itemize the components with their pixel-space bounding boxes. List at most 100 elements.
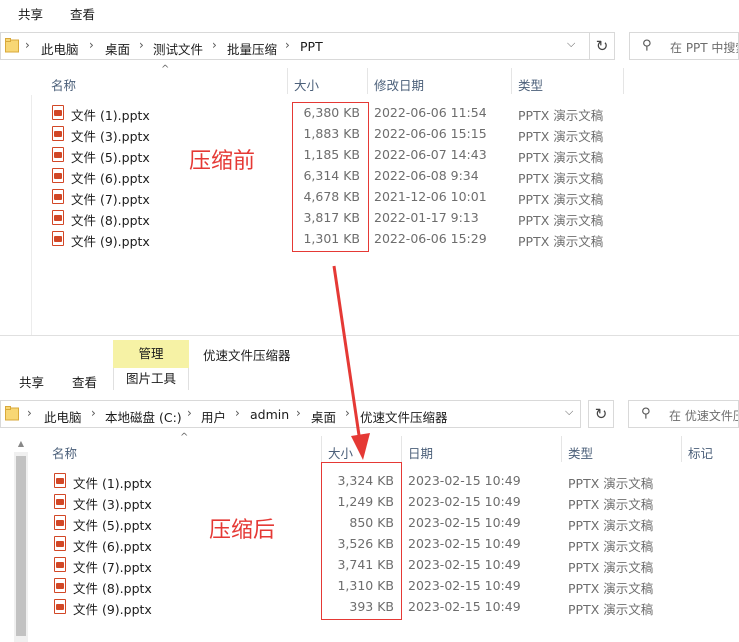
sort-ascending-icon: ^ bbox=[161, 64, 170, 75]
scroll-up-arrow[interactable]: ▲ bbox=[14, 437, 28, 451]
search-icon: ⚲ bbox=[642, 38, 652, 53]
column-header-modified[interactable]: 修改日期 bbox=[374, 75, 424, 94]
pptx-file-icon bbox=[54, 494, 66, 509]
annotation-label: 压缩后 bbox=[209, 518, 276, 543]
breadcrumb-item[interactable]: 桌面 bbox=[105, 39, 130, 58]
file-row[interactable]: 文件 (7).pptx 4,678 KB 2021-12-06 10:01 PPTX … bbox=[0, 186, 739, 207]
chevron-right-icon: › bbox=[139, 38, 144, 52]
file-row[interactable]: 文件 (1).pptx 6,380 KB 2022-06-06 11:54 PPTX … bbox=[0, 102, 739, 123]
pptx-file-icon bbox=[54, 473, 66, 488]
ribbon-tab-view[interactable]: 查看 bbox=[72, 372, 97, 391]
ribbon-tab-share[interactable]: 共享 bbox=[18, 4, 43, 23]
chevron-down-icon[interactable]: ⌵ bbox=[565, 405, 573, 419]
file-name: 文件 (3).pptx bbox=[71, 129, 150, 144]
file-date: 2023-02-15 10:49 bbox=[408, 578, 521, 593]
file-type: PPTX 演示文稿 bbox=[568, 581, 654, 596]
address-bar[interactable]: › 此电脑 › 本地磁盘 (C:) › 用户 › admin › 桌面 › 优速… bbox=[0, 400, 581, 428]
file-type: PPTX 演示文稿 bbox=[568, 539, 654, 554]
search-input[interactable]: ⚲ 在 优速文件压缩器 中搜索 bbox=[628, 400, 739, 428]
chevron-right-icon: › bbox=[235, 406, 240, 420]
folder-icon bbox=[5, 406, 19, 421]
sort-ascending-icon: ^ bbox=[180, 432, 189, 443]
search-input[interactable]: ⚲ 在 PPT 中搜索 bbox=[629, 32, 739, 60]
breadcrumb-item[interactable]: 批量压缩 bbox=[227, 39, 277, 58]
file-date: 2022-06-07 14:43 bbox=[374, 147, 487, 162]
file-date: 2023-02-15 10:49 bbox=[408, 557, 521, 572]
column-divider[interactable] bbox=[623, 68, 624, 94]
breadcrumb-item[interactable]: 此电脑 bbox=[44, 407, 82, 426]
search-icon: ⚲ bbox=[641, 406, 651, 421]
pptx-file-icon bbox=[52, 105, 64, 120]
column-divider[interactable] bbox=[401, 436, 402, 462]
file-date: 2022-06-06 11:54 bbox=[374, 105, 487, 120]
pptx-file-icon bbox=[54, 599, 66, 614]
breadcrumb-item[interactable]: 测试文件 bbox=[153, 39, 203, 58]
column-divider[interactable] bbox=[681, 436, 682, 462]
breadcrumb-item[interactable]: 此电脑 bbox=[41, 39, 79, 58]
pptx-file-icon bbox=[52, 189, 64, 204]
highlight-box bbox=[292, 102, 369, 252]
file-name: 文件 (1).pptx bbox=[71, 108, 150, 123]
file-row[interactable]: 文件 (8).pptx 3,817 KB 2022-01-17 9:13 PPTX 演… bbox=[0, 207, 739, 228]
file-name: 文件 (9).pptx bbox=[71, 234, 150, 249]
breadcrumb-item[interactable]: 本地磁盘 (C:) bbox=[105, 407, 182, 426]
breadcrumb-item[interactable]: PPT bbox=[300, 39, 323, 54]
pptx-file-icon bbox=[54, 515, 66, 530]
column-divider[interactable] bbox=[367, 68, 368, 94]
file-row[interactable]: 文件 (3).pptx 1,883 KB 2022-06-06 15:15 PPTX … bbox=[0, 123, 739, 144]
ribbon-tab-view[interactable]: 查看 bbox=[70, 4, 95, 23]
breadcrumb-item[interactable]: admin bbox=[250, 407, 289, 422]
folder-icon bbox=[5, 38, 19, 53]
pptx-file-icon bbox=[52, 210, 64, 225]
file-date: 2022-06-06 15:29 bbox=[374, 231, 487, 246]
ribbon-tab-picture-tools[interactable]: 图片工具 bbox=[113, 368, 189, 390]
file-type: PPTX 演示文稿 bbox=[568, 602, 654, 617]
file-row[interactable]: 文件 (9).pptx 1,301 KB 2022-06-06 15:29 PPTX … bbox=[0, 228, 739, 249]
file-date: 2023-02-15 10:49 bbox=[408, 494, 521, 509]
chevron-right-icon: › bbox=[212, 38, 217, 52]
column-header-name[interactable]: 名称 bbox=[51, 75, 76, 94]
chevron-right-icon: › bbox=[25, 38, 30, 52]
file-type: PPTX 演示文稿 bbox=[568, 476, 654, 491]
file-type: PPTX 演示文稿 bbox=[518, 150, 604, 165]
file-date: 2021-12-06 10:01 bbox=[374, 189, 487, 204]
chevron-down-icon[interactable]: ⌵ bbox=[567, 37, 575, 51]
file-name: 文件 (8).pptx bbox=[73, 581, 152, 596]
file-row[interactable]: 文件 (6).pptx 6,314 KB 2022-06-08 9:34 PPTX 演… bbox=[0, 165, 739, 186]
file-name: 文件 (5).pptx bbox=[71, 150, 150, 165]
column-header-type[interactable]: 类型 bbox=[568, 443, 593, 462]
file-name: 文件 (6).pptx bbox=[73, 539, 152, 554]
file-type: PPTX 演示文稿 bbox=[518, 108, 604, 123]
column-header-name[interactable]: 名称 bbox=[52, 443, 77, 462]
pptx-file-icon bbox=[52, 126, 64, 141]
file-type: PPTX 演示文稿 bbox=[568, 518, 654, 533]
file-name: 文件 (5).pptx bbox=[73, 518, 152, 533]
refresh-button[interactable]: ↻ bbox=[588, 400, 614, 428]
file-type: PPTX 演示文稿 bbox=[518, 213, 604, 228]
chevron-right-icon: › bbox=[187, 406, 192, 420]
address-bar[interactable]: › 此电脑 › 桌面 › 测试文件 › 批量压缩 › PPT ⌵ bbox=[0, 32, 590, 60]
chevron-right-icon: › bbox=[296, 406, 301, 420]
column-divider[interactable] bbox=[511, 68, 512, 94]
breadcrumb-item[interactable]: 用户 bbox=[201, 407, 226, 426]
file-type: PPTX 演示文稿 bbox=[518, 234, 604, 249]
file-name: 文件 (7).pptx bbox=[73, 560, 152, 575]
file-date: 2023-02-15 10:49 bbox=[408, 536, 521, 551]
column-divider[interactable] bbox=[287, 68, 288, 94]
file-name: 文件 (3).pptx bbox=[73, 497, 152, 512]
column-header-type[interactable]: 类型 bbox=[518, 75, 543, 94]
pptx-file-icon bbox=[52, 231, 64, 246]
file-row[interactable]: 文件 (5).pptx 1,185 KB 2022-06-07 14:43 PPTX … bbox=[0, 144, 739, 165]
column-divider[interactable] bbox=[561, 436, 562, 462]
column-header-date[interactable]: 日期 bbox=[408, 443, 433, 462]
column-header-size[interactable]: 大小 bbox=[294, 75, 319, 94]
pptx-file-icon bbox=[54, 557, 66, 572]
file-date: 2022-06-06 15:15 bbox=[374, 126, 487, 141]
ribbon-tab-manage[interactable]: 管理 bbox=[113, 340, 189, 368]
ribbon-tab-share[interactable]: 共享 bbox=[19, 372, 44, 391]
arrow-icon bbox=[332, 265, 370, 460]
column-header-tags[interactable]: 标记 bbox=[688, 443, 713, 462]
file-name: 文件 (9).pptx bbox=[73, 602, 152, 617]
refresh-button[interactable]: ↻ bbox=[589, 32, 615, 60]
file-date: 2023-02-15 10:49 bbox=[408, 473, 521, 488]
